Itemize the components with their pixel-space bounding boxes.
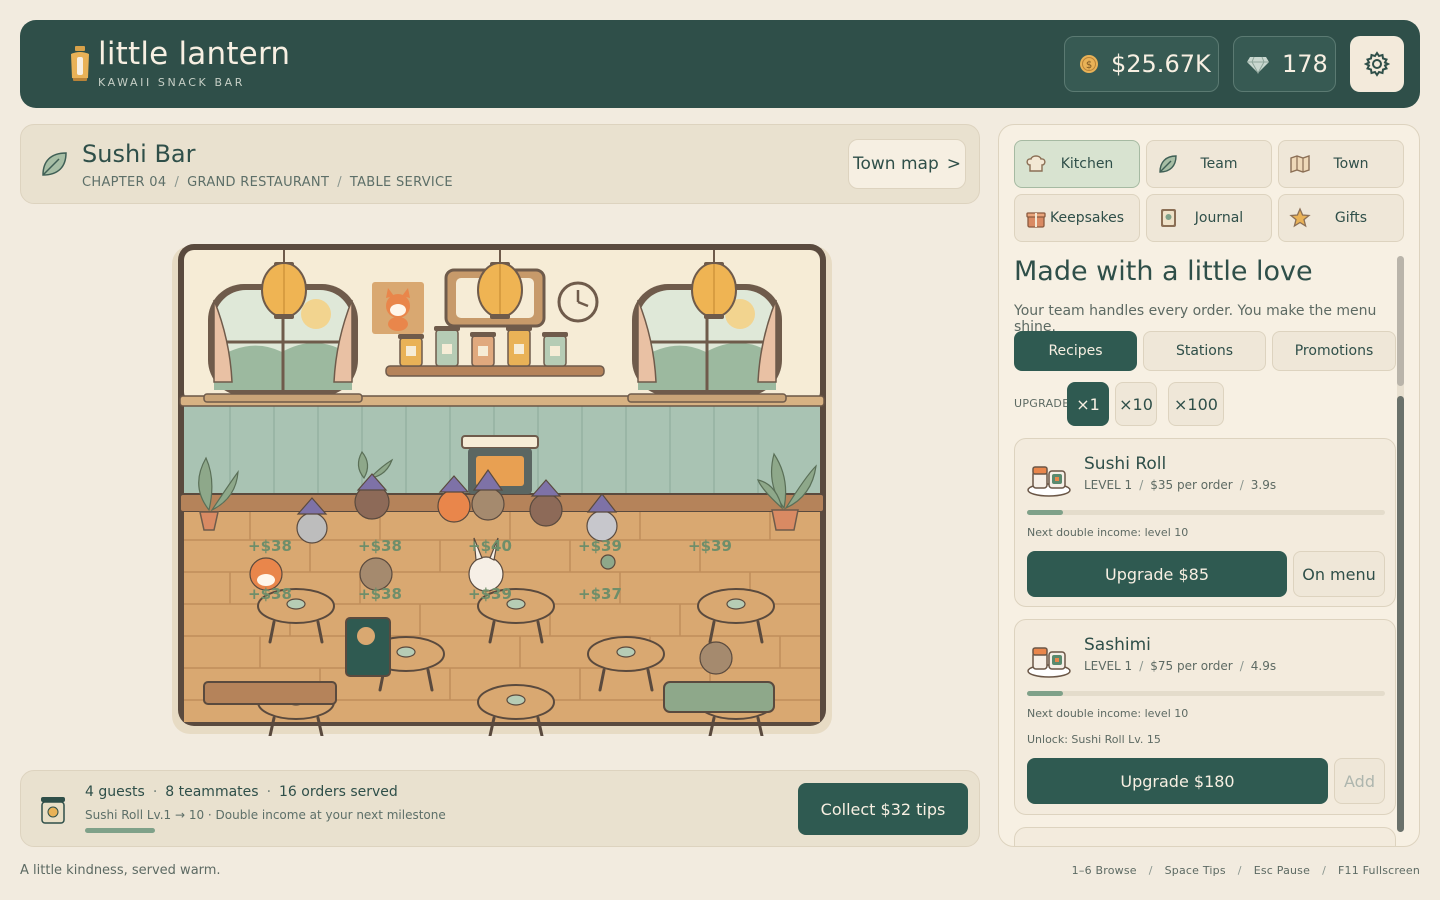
- upgrade-sashimi-button[interactable]: Upgrade $180: [1027, 758, 1328, 804]
- shortcut-browse: 1–6 Browse: [1071, 864, 1137, 877]
- gift-box-icon: [1026, 212, 1046, 228]
- gem-balance: 178: [1233, 36, 1336, 92]
- settings-button[interactable]: [1350, 36, 1404, 92]
- sushi-roll-icon: [1027, 466, 1071, 497]
- status-panel: 4 guests · 8 teammates · 16 orders serve…: [20, 770, 980, 847]
- multiplier-x1[interactable]: ×1: [1067, 382, 1109, 426]
- recipe-note: Next double income: level 10: [1027, 707, 1189, 720]
- tab-promotions[interactable]: Promotions: [1272, 331, 1396, 371]
- multiplier-x10[interactable]: ×10: [1115, 382, 1157, 426]
- nav-kitchen[interactable]: Kitchen: [1014, 140, 1140, 188]
- recipe-name: Sushi Roll: [1084, 454, 1167, 474]
- recipe-unlock-requirement: Unlock: Sushi Roll Lv. 15: [1027, 733, 1161, 746]
- restaurant-scene[interactable]: +$38 +$38 +$40 +$39 +$39 +$38 +$38 +$39 …: [170, 240, 834, 738]
- shortcut-fullscreen: F11 Fullscreen: [1338, 864, 1420, 877]
- coin-icon: $: [1080, 55, 1098, 73]
- map-icon: [1290, 155, 1310, 173]
- recipe-name: Sashimi: [1084, 635, 1151, 655]
- breadcrumb-service: TABLE SERVICE: [349, 175, 453, 190]
- nav-journal[interactable]: Journal: [1146, 194, 1272, 242]
- tip-float: +$39: [468, 585, 512, 603]
- footer-tagline: A little kindness, served warm.: [20, 863, 221, 878]
- star-icon: [1289, 207, 1311, 228]
- guest-count: 4 guests: [85, 784, 145, 800]
- lantern-icon: [71, 46, 89, 81]
- breadcrumb-chapter: CHAPTER 04: [82, 175, 167, 190]
- chef-hat-icon: [1026, 155, 1046, 172]
- tip-float: +$37: [578, 585, 622, 603]
- collect-tips-button[interactable]: Collect $32 tips: [798, 783, 968, 835]
- town-map-label: Town map: [853, 154, 939, 174]
- coin-value: $25.67K: [1111, 50, 1211, 78]
- milestone-progress: [85, 828, 155, 833]
- teammate-count: 8 teammates: [165, 784, 259, 800]
- app-title: little lantern: [98, 36, 291, 72]
- nav-team[interactable]: Team: [1146, 140, 1272, 188]
- location-title: Sushi Bar: [82, 140, 196, 168]
- gem-value: 178: [1282, 50, 1328, 78]
- upgrade-sushi-roll-button[interactable]: Upgrade $85: [1027, 551, 1287, 597]
- recipe-card-sushi-roll: Sushi Roll LEVEL 1 / $35 per order / 3.9…: [1014, 438, 1396, 607]
- town-map-button[interactable]: Town map >: [848, 139, 966, 189]
- top-bar: little lantern KAWAII SNACK BAR $ $25.67…: [20, 20, 1420, 108]
- status-summary: 4 guests · 8 teammates · 16 orders serve…: [85, 784, 398, 800]
- restaurant-illustration: [172, 244, 832, 738]
- tip-float: +$39: [688, 537, 732, 555]
- app-subtitle: KAWAII SNACK BAR: [98, 76, 245, 89]
- add-to-menu-button[interactable]: Add: [1334, 758, 1385, 804]
- shortcut-pause: Esc Pause: [1253, 864, 1311, 877]
- panel-title: Made with a little love: [1014, 256, 1313, 287]
- leaf-icon: [1159, 155, 1177, 173]
- recipe-card-sashimi: Sashimi LEVEL 1 / $75 per order / 4.9s N…: [1014, 619, 1396, 815]
- shortcut-tips: Space Tips: [1164, 864, 1226, 877]
- gem-icon: [1247, 56, 1269, 74]
- breadcrumb-restaurant: GRAND RESTAURANT: [187, 175, 330, 190]
- nav-keepsakes[interactable]: Keepsakes: [1014, 194, 1140, 242]
- tip-float: +$38: [248, 585, 292, 603]
- panel-scrollbar[interactable]: [1397, 256, 1404, 832]
- recipe-meta: LEVEL 1 / $75 per order / 4.9s: [1084, 659, 1277, 673]
- milestone-hint: Sushi Roll Lv.1 → 10 · Double income at …: [85, 808, 446, 822]
- next-recipe-card: [1014, 827, 1396, 846]
- recipe-progress: [1027, 510, 1385, 515]
- location-panel: Sushi Bar CHAPTER 04 / GRAND RESTAURANT …: [20, 124, 980, 204]
- leaf-icon: [42, 152, 67, 176]
- jar-icon: [41, 797, 65, 824]
- tip-float: +$38: [248, 537, 292, 555]
- tab-recipes[interactable]: Recipes: [1014, 331, 1137, 371]
- breadcrumb: CHAPTER 04 / GRAND RESTAURANT / TABLE SE…: [82, 175, 453, 190]
- tip-float: +$38: [358, 537, 402, 555]
- side-panel: Kitchen Team Town Keepsakes Journal Gift…: [998, 124, 1420, 847]
- scrollbar-thumb[interactable]: [1397, 256, 1404, 386]
- nav-town[interactable]: Town: [1278, 140, 1404, 188]
- coin-balance: $ $25.67K: [1064, 36, 1219, 92]
- svg-text:$: $: [1086, 60, 1092, 71]
- recipe-progress: [1027, 691, 1385, 696]
- sashimi-icon: [1027, 647, 1071, 678]
- tab-stations[interactable]: Stations: [1143, 331, 1266, 371]
- multiplier-x100[interactable]: ×100: [1168, 382, 1224, 426]
- keyboard-shortcuts: 1–6 Browse / Space Tips / Esc Pause / F1…: [1071, 864, 1420, 877]
- chevron-right-icon: >: [946, 154, 961, 174]
- upgrade-multiplier-label: UPGRADE: [1014, 397, 1070, 410]
- tip-float: +$40: [468, 537, 512, 555]
- orders-count: 16 orders served: [279, 784, 398, 800]
- nav-gifts[interactable]: Gifts: [1278, 194, 1404, 242]
- recipe-meta: LEVEL 1 / $35 per order / 3.9s: [1084, 478, 1277, 492]
- gear-icon: [1364, 51, 1390, 77]
- tip-float: +$38: [358, 585, 402, 603]
- on-menu-button[interactable]: On menu: [1293, 551, 1385, 597]
- journal-icon: [1161, 209, 1176, 227]
- recipe-note: Next double income: level 10: [1027, 526, 1189, 539]
- tip-float: +$39: [578, 537, 622, 555]
